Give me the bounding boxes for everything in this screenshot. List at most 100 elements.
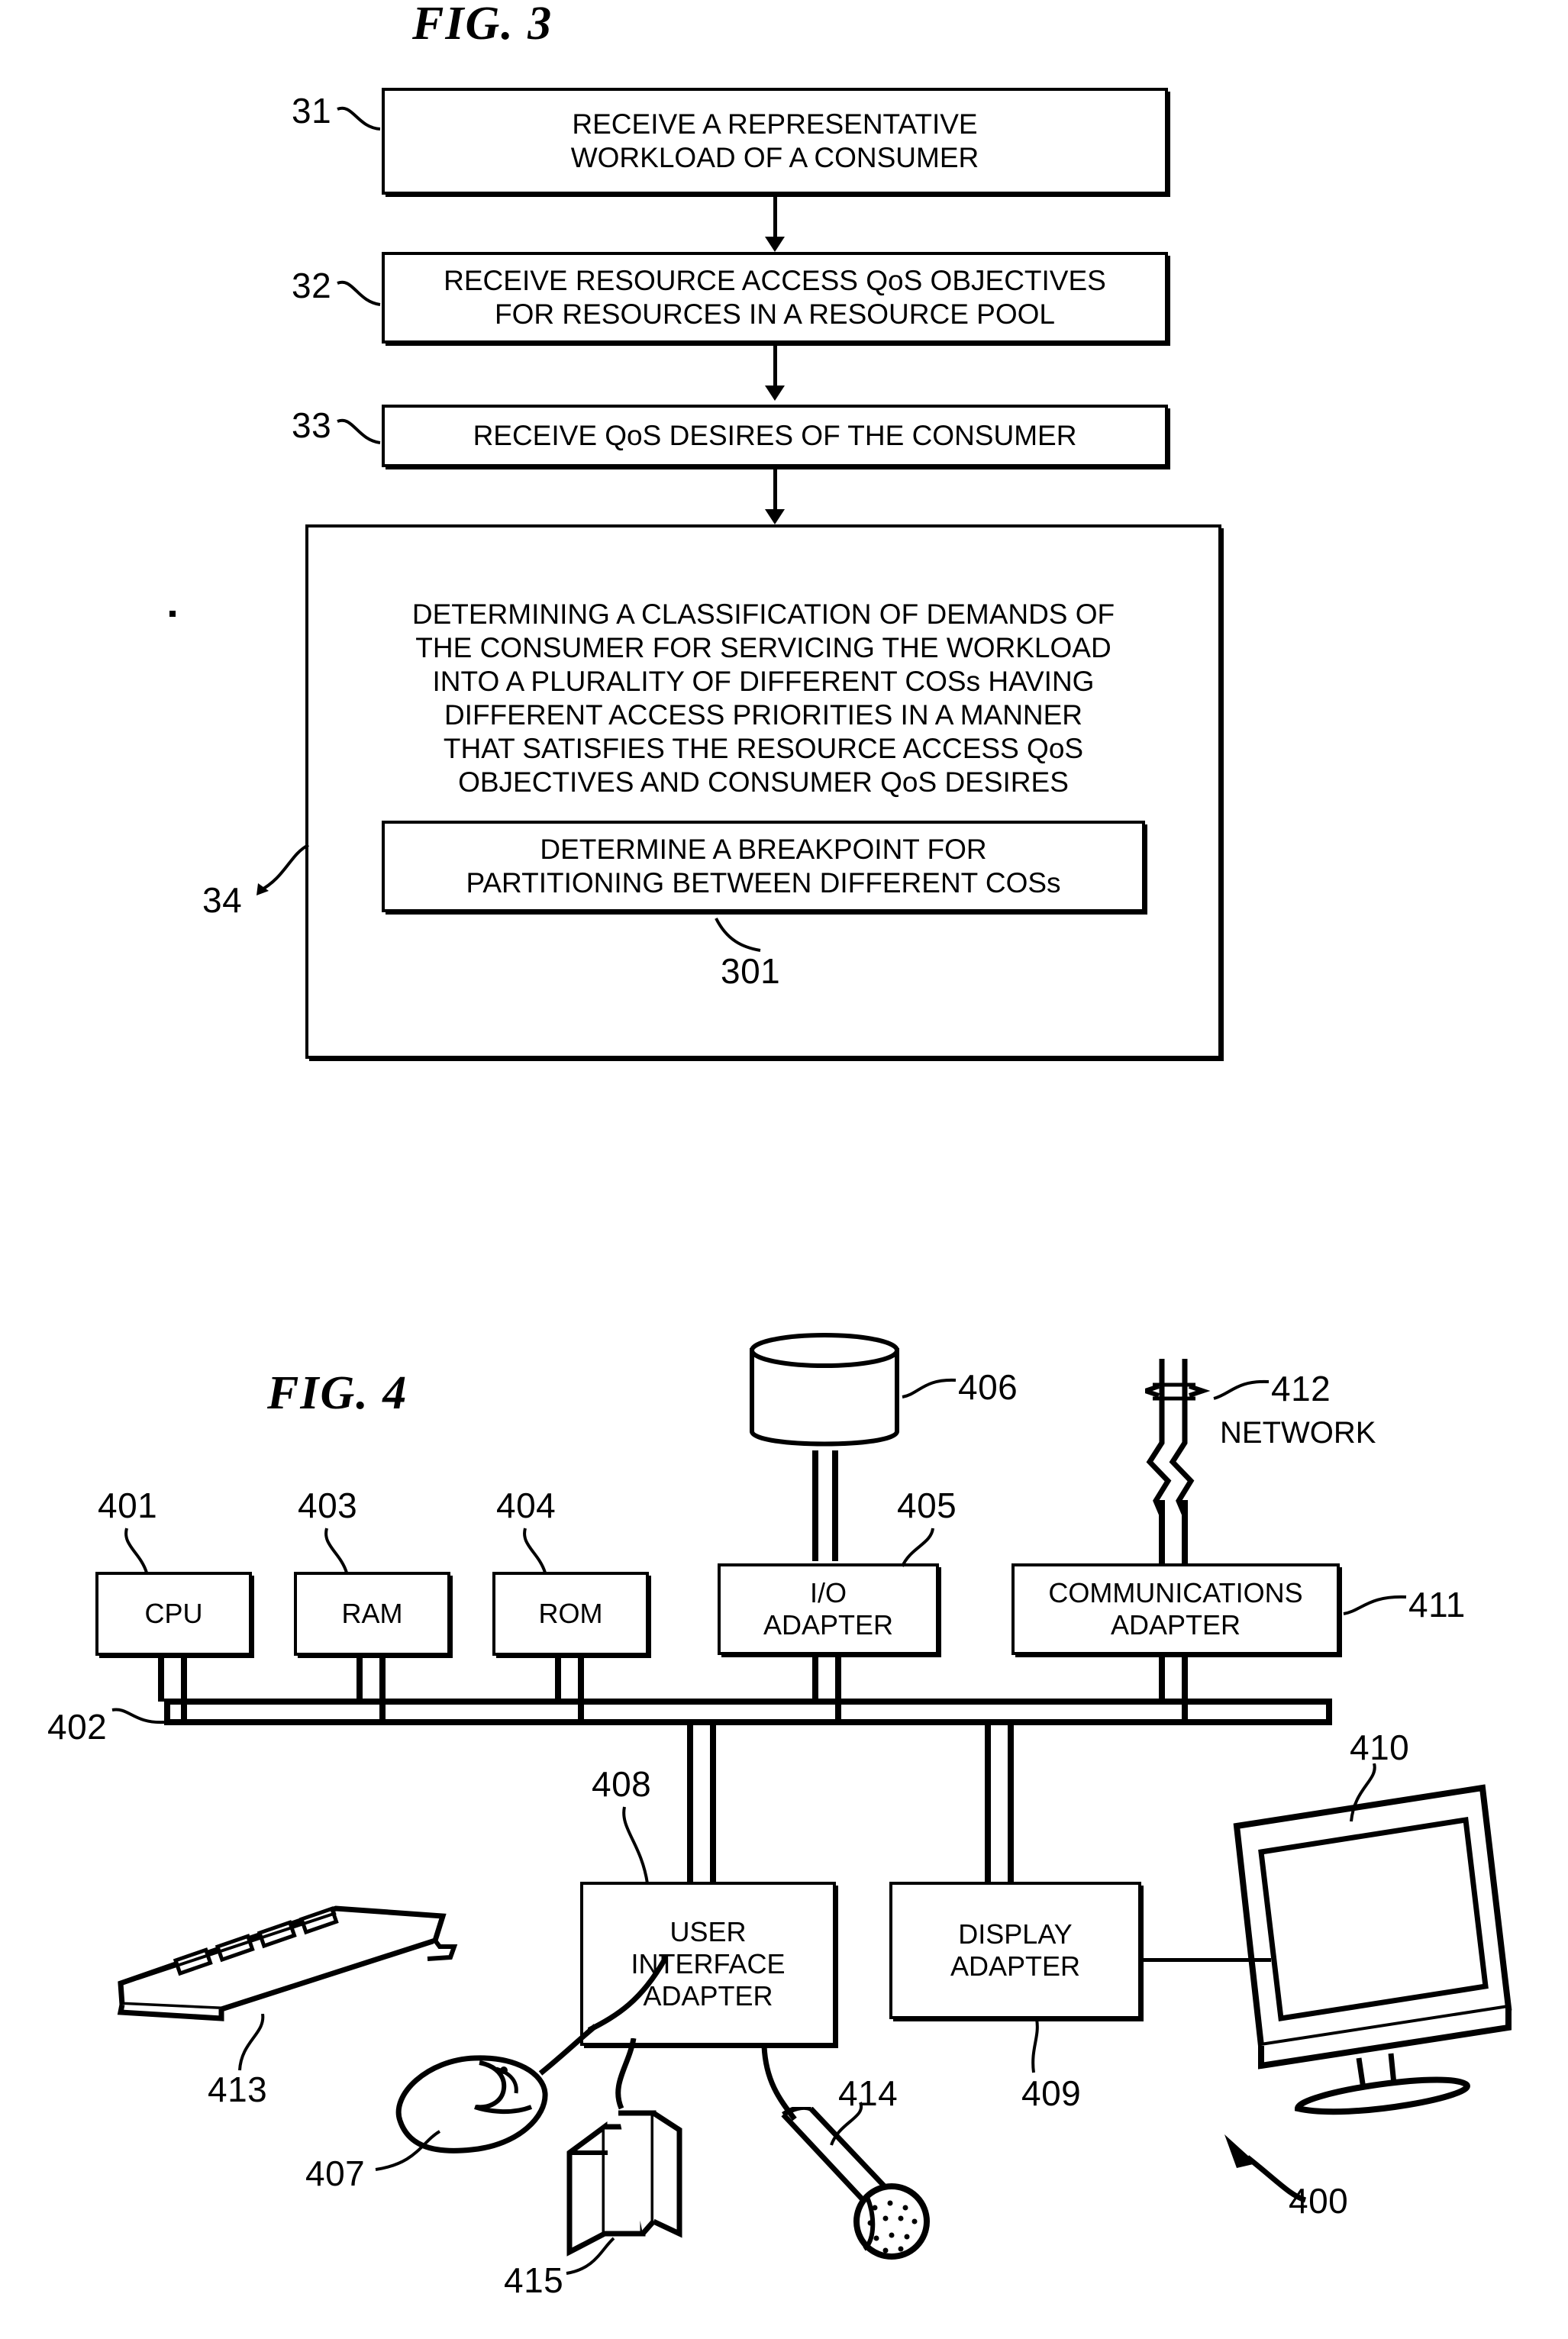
ref-number-401: 401 [98,1486,158,1525]
ref-number-404: 404 [496,1486,557,1525]
bus-drop-io-b [835,1656,841,1724]
ref-number-407: 407 [305,2153,366,2193]
leader-line-415 [566,2237,615,2275]
keyboard-icon [117,1905,458,2021]
flow-step-34-label: DETERMINING A CLASSIFICATION OF DEMANDS … [411,598,1115,798]
rom-label: ROM [538,1598,603,1629]
bus-drop-comm-b [1182,1656,1188,1724]
leader-line-34 [256,844,309,895]
flow-step-32-box: RECEIVE RESOURCE ACCESS QoS OBJECTIVES F… [382,252,1168,344]
ram-box: RAM [294,1572,450,1656]
communications-adapter-box: COMMUNICATIONS ADAPTER [1011,1563,1340,1655]
leader-line-33 [337,418,381,444]
drop-display-adapter-b [1008,1725,1014,1901]
ref-number-34: 34 [202,880,243,920]
leader-line-412 [1213,1379,1270,1400]
ref-number-412: 412 [1271,1369,1331,1408]
ref-number-413: 413 [208,2070,268,2109]
ref-number-411: 411 [1408,1585,1466,1624]
flow-arrow-32-33-head [765,386,785,401]
disk-cable-left [812,1450,818,1561]
microphone-icon [781,2107,930,2260]
leader-line-405 [901,1528,934,1567]
leader-line-31 [337,106,381,131]
leader-line-410 [1350,1763,1376,1822]
leader-line-406 [902,1378,957,1399]
leader-line-404 [523,1528,547,1573]
flow-step-301-box: DETERMINE A BREAKPOINT FOR PARTITIONING … [382,821,1145,912]
drop-ui-adapter-a [687,1725,693,1901]
figure-4-title: FIG. 4 [267,1367,408,1419]
ref-number-301: 301 [721,951,781,991]
stray-mark [169,611,176,617]
display-cable [1141,1958,1271,1962]
leader-line-413 [238,2014,265,2071]
system-bus-line-1 [164,1699,1332,1705]
ref-number-31: 31 [292,91,332,131]
flow-arrow-33-34-shaft [773,467,777,511]
leader-line-32 [337,280,381,306]
flow-arrow-32-33-shaft [773,344,777,388]
communications-adapter-label: COMMUNICATIONS ADAPTER [1048,1577,1303,1641]
ref-number-405: 405 [897,1486,957,1525]
flow-step-33-box: RECEIVE QoS DESIRES OF THE CONSUMER [382,405,1168,467]
ref-number-400: 400 [1289,2181,1349,2221]
flow-step-34-box: DETERMINING A CLASSIFICATION OF DEMANDS … [305,524,1221,1059]
leader-line-408 [622,1806,649,1884]
cpu-label: CPU [144,1598,203,1629]
bus-drop-comm-a [1159,1656,1165,1702]
flow-arrow-33-34-head [765,509,785,524]
ref-number-32: 32 [292,266,332,305]
flow-step-33-label: RECEIVE QoS DESIRES OF THE CONSUMER [473,420,1077,451]
patent-drawing-sheet: FIG. 3 RECEIVE A REPRESENTATIVE WORKLOAD… [0,0,1568,2339]
system-bus-right-cap [1326,1699,1332,1725]
bus-drop-io-a [812,1656,818,1702]
display-adapter-box: DISPLAY ADAPTER [889,1882,1141,2019]
leader-line-402 [111,1708,165,1724]
ref-number-408: 408 [592,1764,652,1804]
disk-storage-icon [750,1333,899,1447]
cpu-box: CPU [95,1572,252,1656]
flow-arrow-31-32-shaft [773,195,777,239]
leader-line-403 [324,1528,348,1573]
ref-number-402: 402 [47,1707,108,1747]
ref-number-406: 406 [958,1367,1018,1407]
bus-drop-cpu-b [181,1656,187,1724]
leader-line-401 [124,1528,148,1573]
network-cable-right [1182,1500,1188,1564]
microphone-cable [761,2046,797,2121]
network-label: NETWORK [1220,1416,1376,1450]
system-bus-line-2 [164,1719,1332,1725]
leader-line-407 [375,2130,441,2171]
leader-line-411 [1343,1595,1407,1615]
network-cable-left [1159,1500,1165,1564]
io-adapter-box: I/O ADAPTER [718,1563,939,1655]
figure-3-title: FIG. 3 [412,0,553,50]
ref-number-33: 33 [292,405,332,445]
flow-step-31-box: RECEIVE A REPRESENTATIVE WORKLOAD OF A C… [382,88,1168,195]
drop-ui-adapter-b [710,1725,716,1901]
leader-line-414 [830,2102,863,2146]
bus-drop-rom-a [555,1656,561,1702]
rom-box: ROM [492,1572,649,1656]
ref-number-415: 415 [504,2260,564,2300]
flow-arrow-31-32-head [765,237,785,252]
bus-drop-ram-a [357,1656,363,1702]
drop-display-adapter-a [985,1725,991,1901]
network-link-icon [1145,1359,1211,1580]
flow-step-301-label: DETERMINE A BREAKPOINT FOR PARTITIONING … [466,834,1061,898]
bus-drop-cpu-a [158,1656,164,1702]
display-adapter-label: DISPLAY ADAPTER [950,1918,1081,1982]
ref-number-403: 403 [298,1486,358,1525]
disk-cable-right [832,1450,838,1561]
leader-line-409 [1031,2019,1039,2073]
flow-step-32-label: RECEIVE RESOURCE ACCESS QoS OBJECTIVES F… [444,265,1106,330]
mouse-cable [588,1954,667,2034]
flow-step-31-label: RECEIVE A REPRESENTATIVE WORKLOAD OF A C… [570,108,979,173]
ref-number-409: 409 [1021,2073,1082,2113]
io-adapter-label: I/O ADAPTER [763,1577,894,1641]
ref-number-410: 410 [1350,1728,1410,1767]
speaker-cable [615,2038,637,2110]
bus-drop-ram-b [379,1656,386,1724]
bus-drop-rom-b [578,1656,584,1724]
